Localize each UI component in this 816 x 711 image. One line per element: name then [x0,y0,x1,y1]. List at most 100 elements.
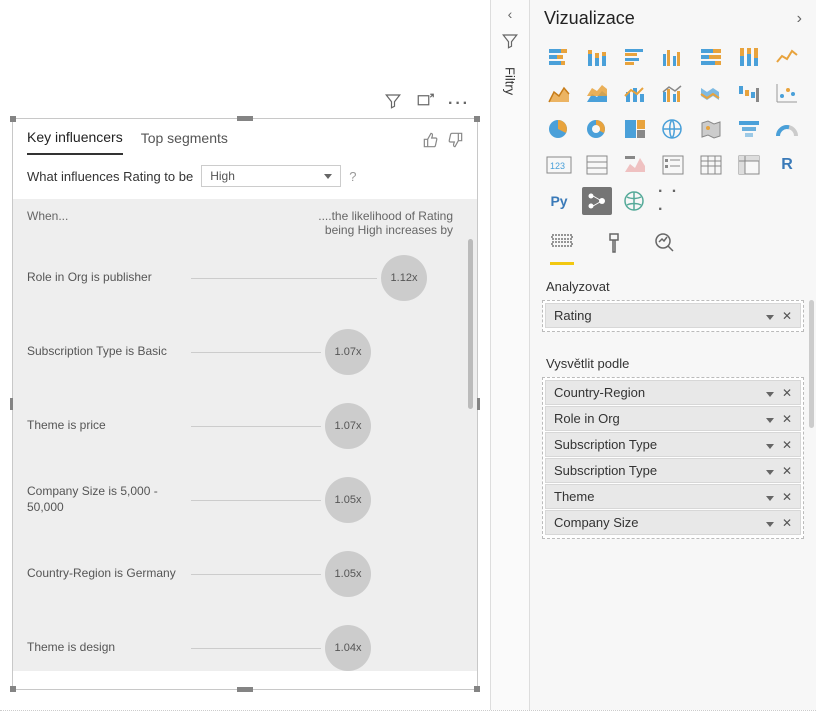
decomposition-tree-icon[interactable] [620,187,650,215]
scrollbar[interactable] [468,239,473,409]
influencer-row[interactable]: Theme is design 1.04x [27,625,463,671]
connector-line [191,648,321,649]
value-dropdown[interactable]: High [201,165,341,187]
resize-handle[interactable] [474,116,480,122]
slicer-icon[interactable] [658,151,688,179]
stacked-column-100-icon[interactable] [734,43,764,71]
gauge-icon[interactable] [772,115,802,143]
remove-field-icon[interactable]: ✕ [782,309,792,323]
analytics-tab-icon[interactable] [654,232,676,265]
analyze-field-well[interactable]: Rating ✕ [542,300,804,332]
chevron-down-icon[interactable] [766,464,774,478]
visual-type-gallery: 123 R Py · · · [530,37,816,225]
filter-badge-icon[interactable] [501,32,519,55]
waterfall-icon[interactable] [734,79,764,107]
scrollbar[interactable] [809,300,814,428]
question-mark: ? [349,169,356,184]
card-icon[interactable]: 123 [544,151,574,179]
influencer-label: Theme is price [27,418,187,434]
funnel-icon[interactable] [734,115,764,143]
table-icon[interactable] [696,151,726,179]
dropdown-value: High [210,169,235,183]
format-tab-icon[interactable] [604,232,624,265]
connector-line [191,574,321,575]
chevron-down-icon[interactable] [766,516,774,530]
chevron-down-icon[interactable] [766,490,774,504]
expand-filters-icon[interactable]: ‹ [508,6,513,22]
filled-map-icon[interactable] [696,115,726,143]
line-clustered-column-icon[interactable] [658,79,688,107]
explain-by-section-label: Vysvětlit podle [530,342,816,377]
fields-tab-icon[interactable] [550,231,574,265]
influencer-row[interactable]: Role in Org is publisher 1.12x [27,255,463,301]
scatter-icon[interactable] [772,79,802,107]
field-name: Country-Region [554,385,645,400]
stacked-column-icon[interactable] [582,43,612,71]
influencer-row[interactable]: Country-Region is Germany 1.05x [27,551,463,597]
influencer-row[interactable]: Company Size is 5,000 - 50,000 1.05x [27,477,463,523]
field-pill[interactable]: Subscription Type ✕ [545,432,801,457]
field-pill[interactable]: Company Size ✕ [545,510,801,535]
treemap-icon[interactable] [620,115,650,143]
influencer-value-bubble: 1.12x [381,255,427,301]
chevron-down-icon[interactable] [766,386,774,400]
resize-handle[interactable] [474,686,480,692]
explain-by-field-well[interactable]: Country-Region ✕ Role in Org ✕ Subscript… [542,377,804,539]
ribbon-chart-icon[interactable] [696,79,726,107]
r-visual-icon[interactable]: R [772,151,802,179]
line-stacked-column-icon[interactable] [620,79,650,107]
stacked-area-icon[interactable] [582,79,612,107]
multi-row-card-icon[interactable] [582,151,612,179]
resize-handle[interactable] [237,687,253,692]
clustered-bar-icon[interactable] [620,43,650,71]
question-prefix: What influences Rating to be [27,169,193,184]
influencer-label: Role in Org is publisher [27,270,187,286]
resize-handle[interactable] [10,116,16,122]
resize-handle[interactable] [237,116,253,121]
key-influencers-visual[interactable]: Key influencers Top segments What influe… [12,118,478,690]
donut-chart-icon[interactable] [582,115,612,143]
thumbs-up-icon[interactable] [423,132,439,153]
stacked-bar-icon[interactable] [544,43,574,71]
filter-icon[interactable] [384,92,402,115]
more-options-icon[interactable]: ··· [448,95,470,113]
chevron-down-icon[interactable] [766,412,774,426]
remove-field-icon[interactable]: ✕ [782,490,792,504]
field-name: Subscription Type [554,463,657,478]
more-visuals-icon[interactable]: · · · [658,187,688,215]
matrix-icon[interactable] [734,151,764,179]
area-chart-icon[interactable] [544,79,574,107]
header-when: When... [27,209,68,237]
thumbs-down-icon[interactable] [447,132,463,153]
kpi-icon[interactable] [620,151,650,179]
stacked-bar-100-icon[interactable] [696,43,726,71]
field-pill[interactable]: Theme ✕ [545,484,801,509]
chevron-down-icon[interactable] [766,309,774,323]
key-influencers-visual-icon[interactable] [582,187,612,215]
pie-chart-icon[interactable] [544,115,574,143]
influencer-label: Country-Region is Germany [27,566,187,582]
field-pill[interactable]: Subscription Type ✕ [545,458,801,483]
field-pill[interactable]: Rating ✕ [545,303,801,328]
influencer-row[interactable]: Theme is price 1.07x [27,403,463,449]
remove-field-icon[interactable]: ✕ [782,516,792,530]
remove-field-icon[interactable]: ✕ [782,464,792,478]
tab-key-influencers[interactable]: Key influencers [27,129,123,155]
field-pill[interactable]: Role in Org ✕ [545,406,801,431]
remove-field-icon[interactable]: ✕ [782,438,792,452]
field-name: Company Size [554,515,639,530]
expand-pane-icon[interactable]: › [797,10,802,28]
chevron-down-icon[interactable] [766,438,774,452]
influencer-value-bubble: 1.07x [325,403,371,449]
resize-handle[interactable] [10,686,16,692]
field-pill[interactable]: Country-Region ✕ [545,380,801,405]
tab-top-segments[interactable]: Top segments [141,130,228,154]
remove-field-icon[interactable]: ✕ [782,386,792,400]
python-visual-icon[interactable]: Py [544,187,574,215]
focus-mode-icon[interactable] [416,92,434,115]
line-chart-icon[interactable] [772,43,802,71]
remove-field-icon[interactable]: ✕ [782,412,792,426]
influencer-row[interactable]: Subscription Type is Basic 1.07x [27,329,463,375]
clustered-column-icon[interactable] [658,43,688,71]
map-icon[interactable] [658,115,688,143]
